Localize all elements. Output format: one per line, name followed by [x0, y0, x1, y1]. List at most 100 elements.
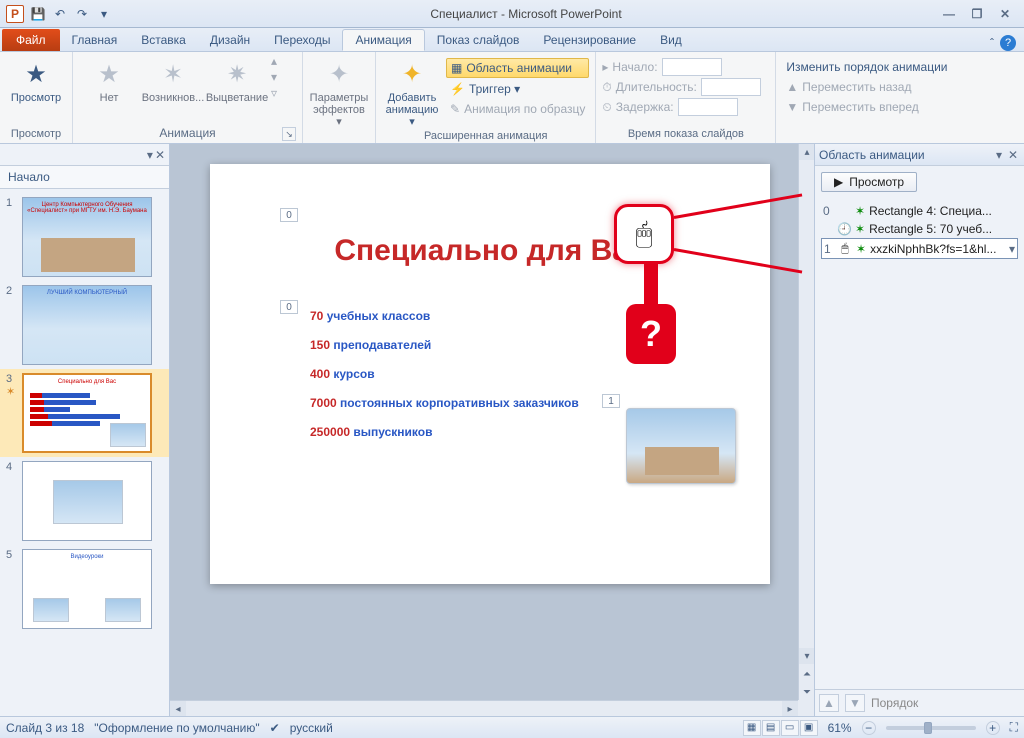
restore-button[interactable]: ❐ — [966, 5, 988, 23]
thumb-row[interactable]: 3✶ Специально для Вас — [0, 369, 169, 457]
language-label[interactable]: русский — [290, 721, 333, 735]
move-later-button[interactable]: ▼ Переместить вперед — [782, 98, 951, 116]
slide-thumb-1[interactable]: Центр Компьютерного Обучения «Специалист… — [22, 197, 152, 277]
thumb-row[interactable]: 1 Центр Компьютерного Обучения «Специали… — [0, 193, 169, 281]
gallery-down-icon[interactable]: ▾ — [271, 70, 277, 84]
zoom-out-button[interactable]: − — [862, 721, 876, 735]
play-button[interactable]: ▶Просмотр — [821, 172, 917, 192]
close-button[interactable]: ✕ — [994, 5, 1016, 23]
next-slide-icon[interactable]: ⏷ — [799, 684, 814, 700]
fit-window-icon[interactable]: ⛶ — [1010, 720, 1018, 735]
slide-thumb-3[interactable]: Специально для Вас — [22, 373, 152, 453]
slide-image[interactable] — [626, 408, 736, 484]
vertical-scrollbar[interactable]: ▴ ▾ ⏶ ⏷ — [798, 144, 814, 700]
delay-input[interactable] — [678, 98, 738, 116]
help-icon[interactable]: ? — [1000, 35, 1016, 51]
slide-editor[interactable]: 0 Специально для Вас 0 70 учебных классо… — [170, 144, 814, 716]
effect-options-button[interactable]: ✦ Параметры эффектов ▾ — [309, 54, 369, 128]
tab-view[interactable]: Вид — [648, 29, 694, 51]
panel-menu-icon[interactable]: ▾ — [147, 148, 153, 162]
gallery-more-icon[interactable]: ▿ — [271, 86, 277, 100]
animation-item[interactable]: 1 🖱 ✶ xxzkiNphhBk?fs=1&hl... ▾ — [821, 238, 1018, 259]
tab-review[interactable]: Рецензирование — [531, 29, 648, 51]
scroll-down-icon[interactable]: ▾ — [799, 648, 814, 664]
reading-view-icon[interactable]: ▭ — [781, 720, 799, 736]
tab-file[interactable]: Файл — [2, 29, 60, 51]
annotation-callout: 🖱 — [614, 204, 674, 264]
gallery-up-icon[interactable]: ▴ — [271, 54, 277, 68]
taskpane-footer: ▲ ▼ Порядок — [815, 689, 1024, 716]
add-animation-icon: ✦ — [396, 58, 428, 90]
duration-input[interactable] — [701, 78, 761, 96]
add-animation-button[interactable]: ✦ Добавить анимацию ▾ — [382, 54, 442, 128]
tab-design[interactable]: Дизайн — [198, 29, 262, 51]
slideshow-view-icon[interactable]: ▣ — [800, 720, 818, 736]
reorder-up-button[interactable]: ▲ — [819, 694, 839, 712]
sequence-tag[interactable]: 1 — [602, 394, 620, 408]
zoom-slider[interactable] — [886, 726, 976, 730]
slide-thumb-5[interactable]: Видеоуроки — [22, 549, 152, 629]
zoom-slider-thumb[interactable] — [924, 722, 932, 734]
start-field[interactable]: ▸ Начало: — [602, 58, 760, 76]
pane-icon: ▦ — [451, 61, 462, 75]
scroll-right-icon[interactable]: ▸ — [782, 701, 798, 716]
qat-customize-icon[interactable]: ▾ — [94, 4, 114, 24]
prev-slide-icon[interactable]: ⏶ — [799, 666, 814, 682]
delay-field[interactable]: ⏲ Задержка: — [602, 98, 760, 116]
tab-animations[interactable]: Анимация — [342, 29, 424, 51]
animation-painter-button[interactable]: ✎Анимация по образцу — [446, 100, 589, 118]
tab-transitions[interactable]: Переходы — [262, 29, 342, 51]
slide-canvas[interactable]: 0 Специально для Вас 0 70 учебных классо… — [210, 164, 770, 584]
dialog-launcher-icon[interactable]: ↘ — [282, 127, 296, 141]
spellcheck-icon[interactable]: ✔ — [270, 721, 280, 735]
sorter-view-icon[interactable]: ▤ — [762, 720, 780, 736]
duration-field[interactable]: ⏱ Длительность: — [602, 78, 760, 96]
slide-count-label: Слайд 3 из 18 — [6, 721, 84, 735]
thumb-row[interactable]: 2 ЛУЧШИЙ КОМПЬЮТЕРНЫЙ — [0, 281, 169, 369]
slide-thumb-2[interactable]: ЛУЧШИЙ КОМПЬЮТЕРНЫЙ — [22, 285, 152, 365]
window-title: Специалист - Microsoft PowerPoint — [114, 7, 938, 21]
item-dropdown-icon[interactable]: ▾ — [1009, 242, 1015, 256]
thumb-row[interactable]: 5 Видеоуроки — [0, 545, 169, 633]
redo-icon[interactable]: ↷ — [72, 4, 92, 24]
zoom-in-button[interactable]: + — [986, 721, 1000, 735]
trigger-button[interactable]: ⚡Триггер ▾ — [446, 80, 589, 98]
horizontal-scrollbar[interactable]: ◂ ▸ — [170, 700, 798, 716]
minimize-ribbon-icon[interactable]: ˆ — [990, 36, 994, 50]
save-icon[interactable]: 💾 — [28, 4, 48, 24]
animation-pane-button[interactable]: ▦Область анимации — [446, 58, 589, 78]
tab-slideshow[interactable]: Показ слайдов — [425, 29, 532, 51]
thumb-row[interactable]: 4 — [0, 457, 169, 545]
preview-button[interactable]: ★ Просмотр — [6, 54, 66, 104]
effect-star-icon: ✶ — [855, 204, 865, 218]
panel-close-icon[interactable]: ✕ — [155, 148, 165, 162]
animation-pane: Область анимации ▾ ✕ ▶Просмотр 0 ✶ Recta… — [814, 144, 1024, 716]
outline-header[interactable]: Начало — [0, 166, 169, 189]
minimize-button[interactable]: ― — [938, 5, 960, 23]
sequence-tag[interactable]: 0 — [280, 208, 298, 222]
start-input[interactable] — [662, 58, 722, 76]
reorder-down-button[interactable]: ▼ — [845, 694, 865, 712]
anim-fade-button[interactable]: ✷ Выцветание — [207, 54, 267, 104]
anim-none-button[interactable]: ★ Нет — [79, 54, 139, 104]
tab-home[interactable]: Главная — [60, 29, 130, 51]
undo-icon[interactable]: ↶ — [50, 4, 70, 24]
zoom-level-label[interactable]: 61% — [828, 721, 852, 735]
move-earlier-button[interactable]: ▲ Переместить назад — [782, 78, 951, 96]
scroll-up-icon[interactable]: ▴ — [799, 144, 814, 160]
anim-appear-button[interactable]: ✶ Возникнов... — [143, 54, 203, 104]
ribbon: ★ Просмотр Просмотр ★ Нет ✶ Возникнов...… — [0, 52, 1024, 144]
tab-insert[interactable]: Вставка — [129, 29, 198, 51]
thumbnail-list[interactable]: 1 Центр Компьютерного Обучения «Специали… — [0, 189, 169, 716]
sequence-tag[interactable]: 0 — [280, 300, 298, 314]
effect-star-icon: ✶ — [856, 242, 866, 256]
animation-list[interactable]: 0 ✶ Rectangle 4: Специа... 🕘 ✶ Rectangle… — [821, 202, 1018, 259]
taskpane-menu-icon[interactable]: ▾ — [992, 148, 1006, 162]
slide-thumb-4[interactable] — [22, 461, 152, 541]
animation-item[interactable]: 0 ✶ Rectangle 4: Специа... — [821, 202, 1018, 220]
normal-view-icon[interactable]: ▦ — [743, 720, 761, 736]
taskpane-close-icon[interactable]: ✕ — [1006, 148, 1020, 162]
scroll-left-icon[interactable]: ◂ — [170, 701, 186, 716]
animation-item[interactable]: 🕘 ✶ Rectangle 5: 70 учеб... — [821, 220, 1018, 238]
taskpane-title: Область анимации — [819, 148, 992, 162]
